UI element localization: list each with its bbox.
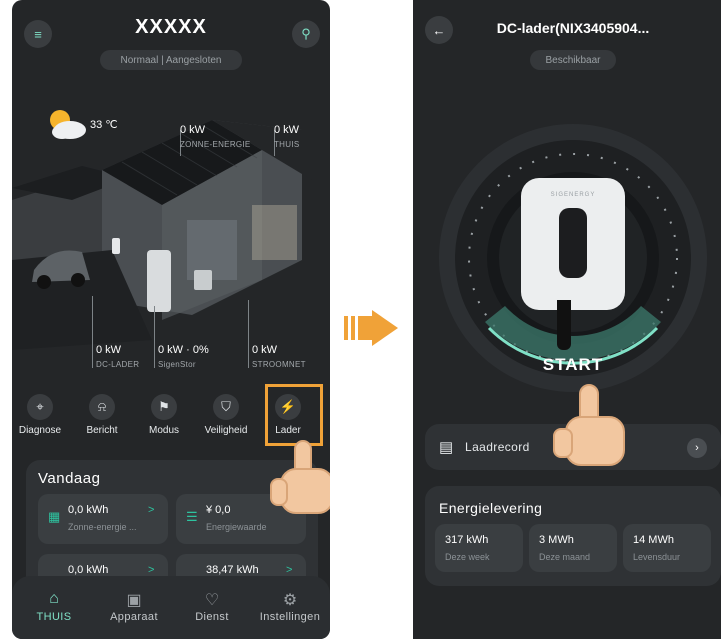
chevron-right-icon: › <box>687 438 707 458</box>
quick-diagnose-label: Diagnose <box>18 425 62 436</box>
coins-icon: ☰ <box>186 509 198 524</box>
shield-icon: ⛉ <box>213 394 239 420</box>
quick-mode-label: Modus <box>148 425 179 436</box>
grid-power-label: STROOMNET <box>252 360 306 369</box>
home-power-value: 0 kW <box>274 124 300 136</box>
tab-service[interactable]: ♡ Dienst <box>172 590 252 623</box>
back-arrow-icon: ← <box>432 22 446 38</box>
delivery-lifetime-value: 14 MWh <box>633 534 674 546</box>
storage-label: SigenStor <box>158 360 196 369</box>
record-icon: ▤ <box>439 439 454 456</box>
charger-title: DC-lader(NIX3405904... <box>496 20 650 36</box>
diagnose-icon: ⌖ <box>27 394 53 420</box>
delivery-week-value: 317 kWh <box>445 534 489 546</box>
share-button[interactable]: ⚲ <box>292 20 320 48</box>
charger-power-value: 0 kW <box>96 344 122 356</box>
system-status: Normaal | Aangesloten <box>100 50 242 70</box>
mode-icon: ⚑ <box>151 394 177 420</box>
back-button[interactable]: ← <box>425 16 453 44</box>
quick-message[interactable]: ⍾ Bericht <box>74 394 130 436</box>
tab-home[interactable]: ⌂ THUIS <box>14 590 94 623</box>
tab-device-label: Apparaat <box>110 611 158 623</box>
bell-icon: ⍾ <box>89 394 115 420</box>
pointing-hand-icon <box>553 384 631 474</box>
today-tile-3-value: 0,0 kWh <box>68 564 109 576</box>
solar-power-value: 0 kW <box>180 124 206 136</box>
pointing-hand-icon <box>270 440 330 520</box>
tab-settings[interactable]: ⚙ Instellingen <box>250 590 330 623</box>
solar-power-label: ZONNE-ENERGIE <box>180 140 251 149</box>
site-title: XXXXX <box>135 16 207 38</box>
home-power-label: THUIS <box>274 140 300 149</box>
delivery-month-label: Deze maand <box>539 552 591 562</box>
charge-record-label: Laadrecord <box>465 440 530 454</box>
service-icon: ♡ <box>204 592 220 609</box>
chevron-right-icon: > <box>148 504 155 516</box>
delivery-lifetime-label: Levensduur <box>633 552 681 562</box>
today-solar-label: Zonne-energie ... <box>68 522 137 532</box>
start-button[interactable]: START <box>523 350 623 380</box>
today-tile-solar[interactable]: ▦ 0,0 kWh Zonne-energie ... > <box>38 494 168 544</box>
energy-delivery-heading: Energielevering <box>439 500 543 516</box>
delivery-week: 317 kWh Deze week <box>435 524 523 572</box>
gear-icon: ⚙ <box>282 592 298 609</box>
chevron-right-icon: > <box>286 564 293 576</box>
charger-status: Beschikbaar <box>530 50 616 70</box>
quick-safety-label: Veiligheid <box>204 425 248 436</box>
tab-device[interactable]: ▣ Apparaat <box>94 590 174 623</box>
charger-device: SIGENERGY <box>521 178 625 310</box>
grid-power-value: 0 kW <box>252 344 278 356</box>
today-heading: Vandaag <box>38 470 101 487</box>
quick-diagnose[interactable]: ⌖ Diagnose <box>12 394 68 436</box>
tab-settings-label: Instellingen <box>259 611 321 623</box>
tab-service-label: Dienst <box>195 611 229 623</box>
quick-safety[interactable]: ⛉ Veiligheid <box>198 394 254 436</box>
home-icon: ⌂ <box>49 590 59 607</box>
charger-screen: ← DC-lader(NIX3405904... Beschikbaar SIG… <box>413 0 721 639</box>
solar-panel-icon: ▦ <box>48 509 61 524</box>
today-solar-value: 0,0 kWh <box>68 504 109 516</box>
charger-highlight-box <box>265 384 323 446</box>
today-value-label: Energiewaarde <box>206 522 267 532</box>
delivery-month-value: 3 MWh <box>539 534 574 546</box>
device-icon: ▣ <box>126 592 142 609</box>
tab-home-label: THUIS <box>36 611 72 623</box>
transition-arrow-icon <box>344 310 400 346</box>
chevron-right-icon: > <box>148 564 155 576</box>
delivery-lifetime: 14 MWh Levensduur <box>623 524 711 572</box>
charger-brand: SIGENERGY <box>550 192 596 198</box>
share-icon: ⚲ <box>301 26 311 41</box>
home-screen: ≡ XXXXX ⚲ Normaal | Aangesloten 33 ℃ 0 k… <box>12 0 330 639</box>
energy-delivery-card: Energielevering 317 kWh Deze week 3 MWh … <box>425 486 721 586</box>
charging-cable <box>557 300 571 350</box>
today-tile-4-value: 38,47 kWh <box>206 564 259 576</box>
delivery-month: 3 MWh Deze maand <box>529 524 617 572</box>
charger-power-label: DC-LADER <box>96 360 140 369</box>
quick-mode[interactable]: ⚑ Modus <box>136 394 192 436</box>
today-value-amount: ¥ 0,0 <box>206 504 231 516</box>
quick-message-label: Bericht <box>86 425 118 436</box>
storage-value: 0 kW · 0% <box>158 344 209 356</box>
delivery-week-label: Deze week <box>445 552 490 562</box>
